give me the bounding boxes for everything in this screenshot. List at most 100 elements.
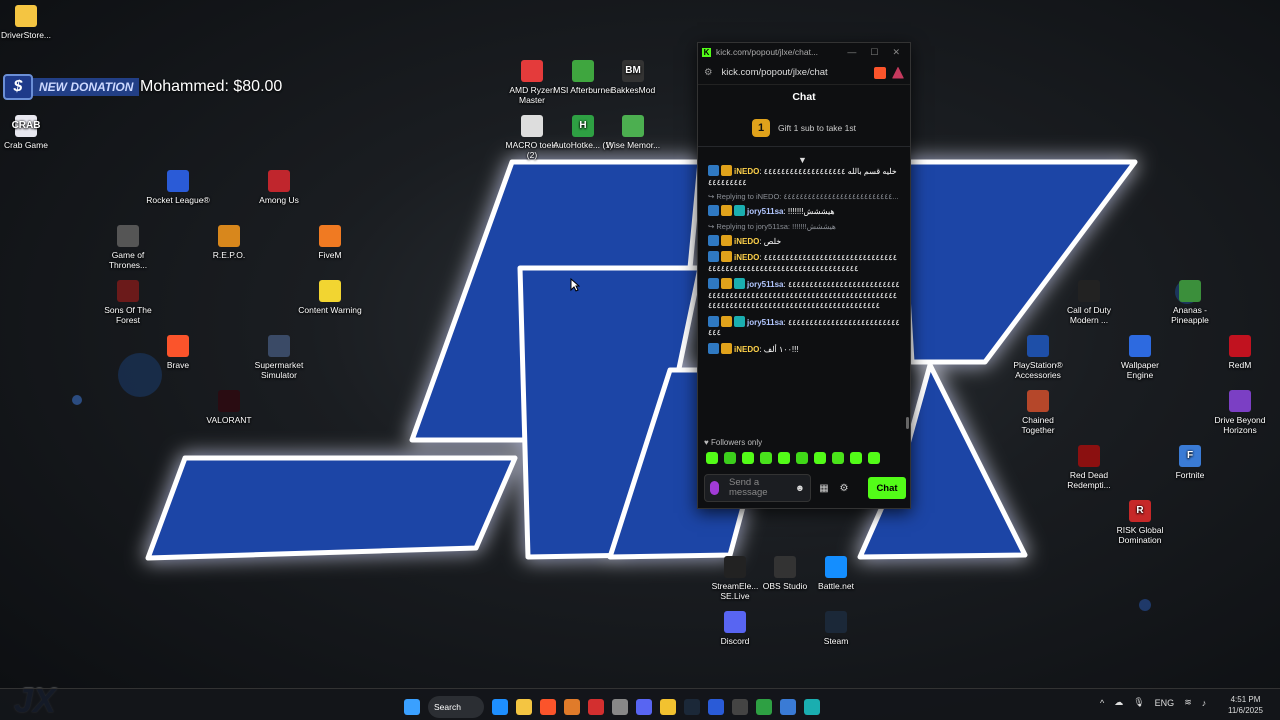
maximize-icon[interactable]: ☐ [870,47,878,58]
reply-context[interactable]: ↪ Replying to iNEDO: ٤٤٤٤٤٤٤٤٤٤٤٤٤٤٤٤٤٤٤… [708,192,900,201]
emote-icon[interactable] [868,452,880,464]
chat-message: iNEDO: خلص [708,234,900,248]
minimize-icon[interactable]: — [847,47,856,58]
url-text[interactable]: kick.com/popout/jlxe/chat [722,67,828,78]
desktop-icon[interactable]: Among Us [247,170,311,205]
desktop-icon[interactable]: RedM [1208,335,1272,370]
chat-username[interactable]: jory511sa [747,280,783,289]
volume-icon[interactable]: ♪ [1202,698,1207,708]
chat-username[interactable]: iNEDO [734,237,759,246]
close-icon[interactable]: ✕ [892,47,900,58]
taskbar-app-icon[interactable] [564,699,580,715]
desktop-icon[interactable]: F Fortnite [1158,445,1222,480]
taskbar-app-icon[interactable] [804,699,820,715]
desktop-icon[interactable]: Chained Together [1006,390,1070,435]
chat-username[interactable]: jory511sa [747,207,783,216]
emote-icon[interactable] [796,452,808,464]
app-icon [1078,280,1100,302]
app-icon [825,611,847,633]
chat-username[interactable]: jory511sa [747,318,783,327]
desktop-icon[interactable]: Supermarket Simulator [247,335,311,380]
taskbar-app-icon[interactable] [636,699,652,715]
reply-context[interactable]: ↪ Replying to jory511sa: !!!!!!!هيششش [708,222,900,231]
taskbar-app-icon[interactable] [492,699,508,715]
desktop-icon[interactable]: CRAB Crab Game [0,115,58,150]
taskbar-app-icon[interactable] [732,699,748,715]
desktop-icon[interactable]: Discord [703,611,767,646]
emote-icon[interactable] [814,452,826,464]
taskbar-app-icon[interactable] [540,699,556,715]
chat-username[interactable]: iNEDO [734,253,759,262]
mic-tray-icon[interactable]: 🎙 [1133,697,1144,708]
address-bar[interactable]: ⚙ kick.com/popout/jlxe/chat [698,61,910,85]
desktop-icon[interactable]: Brave [146,335,210,370]
language-indicator[interactable]: ENG [1155,698,1175,708]
store-icon[interactable]: ▦ [817,481,831,495]
message-input[interactable]: Send a message ☻ [704,474,811,502]
desktop-icon[interactable]: VALORANT [197,390,261,425]
kick-favicon-icon: K [702,47,711,57]
emoji-icon[interactable]: ☻ [795,483,805,494]
chat-username[interactable]: iNEDO [734,167,759,176]
desktop-icon[interactable]: DriverStore... [0,5,58,40]
chat-username[interactable]: iNEDO [734,345,759,354]
desktop-icon[interactable]: Rocket League® [146,170,210,205]
app-icon [268,335,290,357]
gift-text: Gift 1 sub to take 1st [778,122,856,133]
desktop-icon[interactable]: Content Warning [298,280,362,315]
settings-gear-icon[interactable]: ⚙ [837,481,851,495]
start-windows-icon[interactable] [404,699,420,715]
chat-text: : ١٠٠ ألف!!! [759,344,799,354]
wifi-icon[interactable]: ≋ [1184,697,1192,708]
desktop-icon[interactable]: Steam [804,611,868,646]
desktop-icon-label: Wise Memor... [605,140,661,150]
gift-sub-banner[interactable]: 1 Gift 1 sub to take 1st [698,109,910,147]
desktop-icon[interactable]: Red Dead Redempti... [1057,445,1121,490]
brave-rewards-icon[interactable] [892,66,904,79]
desktop-icon[interactable]: Battle.net [804,556,868,591]
taskbar-app-icon[interactable] [660,699,676,715]
desktop-icon[interactable]: Wise Memor... [601,115,665,150]
desktop-icon[interactable]: PlayStation® Accessories [1006,335,1070,380]
emote-icon[interactable] [742,452,754,464]
desktop-icon[interactable]: Wallpaper Engine [1108,335,1172,380]
desktop-icon[interactable]: FiveM [298,225,362,260]
taskbar-app-icon[interactable] [588,699,604,715]
desktop-icon-label: Battle.net [818,581,854,591]
emote-icon[interactable] [724,452,736,464]
send-chat-button[interactable]: Chat [868,477,906,499]
emote-icon[interactable] [778,452,790,464]
desktop-icon[interactable]: BM BakkesMod [601,60,665,95]
desktop-icon-label: PlayStation® Accessories [1013,360,1063,380]
clock[interactable]: 4:51 PM 11/6/2025 [1228,694,1263,716]
chat-message: iNEDO: ٤٤٤٤٤٤٤٤٤٤٤٤٤٤٤٤٤٤٤٤٤٤٤٤٤٤٤٤٤٤٤٤٤… [708,251,900,274]
emote-icon[interactable] [832,452,844,464]
taskbar-search-button[interactable]: Search [428,696,484,718]
app-icon [1078,445,1100,467]
desktop-icon[interactable]: Ananas - Pineapple [1158,280,1222,325]
mic-icon[interactable] [710,481,719,495]
taskbar-app-icon[interactable] [756,699,772,715]
desktop-icon[interactable]: R.E.P.O. [197,225,261,260]
desktop-icon[interactable]: R RISK Global Domination [1108,500,1172,545]
taskbar-app-icon[interactable] [612,699,628,715]
desktop-icon[interactable]: Sons Of The Forest [96,280,160,325]
taskbar-app-icon[interactable] [708,699,724,715]
desktop-icon[interactable]: Call of Duty Modern ... [1057,280,1121,325]
emote-icon[interactable] [760,452,772,464]
taskbar-app-icon[interactable] [684,699,700,715]
donation-text: Mohammed: $80.00 [140,78,283,95]
brave-shields-icon[interactable] [874,66,886,79]
og-badge-icon [721,342,732,354]
chat-header: Chat [792,91,816,103]
site-settings-icon[interactable]: ⚙ [704,67,713,78]
emote-icon[interactable] [706,452,718,464]
desktop-icon[interactable]: Drive Beyond Horizons [1208,390,1272,435]
emote-icon[interactable] [850,452,862,464]
taskbar-app-icon[interactable] [780,699,796,715]
onedrive-icon[interactable]: ☁ [1114,697,1123,708]
chat-scrollbar[interactable] [906,417,909,429]
tray-chevron-icon[interactable]: ^ [1100,698,1104,708]
taskbar-app-icon[interactable] [516,699,532,715]
desktop-icon[interactable]: Game of Thrones... [96,225,160,270]
